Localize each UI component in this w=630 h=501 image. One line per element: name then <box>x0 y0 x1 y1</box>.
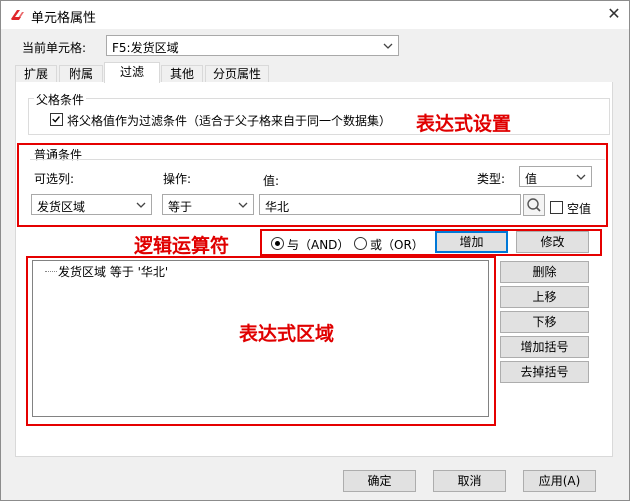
add-condition-button[interactable]: 增加 <box>435 231 508 253</box>
tab-attached[interactable]: 附属 <box>59 65 103 83</box>
current-cell-label: 当前单元格: <box>22 41 87 55</box>
annotation-expression-area: 表达式区域 <box>239 323 335 345</box>
value-input[interactable]: 华北 <box>259 194 521 215</box>
and-radio[interactable] <box>271 237 284 250</box>
radio-selected-dot <box>275 241 280 246</box>
column-label: 可选列: <box>34 172 75 186</box>
app-logo-icon <box>11 10 24 20</box>
type-select[interactable]: 值 <box>519 166 592 187</box>
chevron-down-icon <box>383 43 393 49</box>
tab-filter[interactable]: 过滤 <box>104 62 160 83</box>
and-radio-label: 与（AND） <box>287 238 350 252</box>
value-label: 值: <box>263 174 280 188</box>
tab-expand[interactable]: 扩展 <box>15 65 57 83</box>
type-label: 类型: <box>477 172 506 186</box>
window-title: 单元格属性 <box>31 11 97 26</box>
search-icon <box>527 198 541 212</box>
or-radio[interactable] <box>354 237 367 250</box>
chevron-down-icon <box>136 202 146 208</box>
ok-button[interactable]: 确定 <box>343 470 416 492</box>
operator-label: 操作: <box>163 172 192 186</box>
delete-button[interactable]: 删除 <box>500 261 589 283</box>
move-up-button[interactable]: 上移 <box>500 286 589 308</box>
expression-item[interactable]: 发货区域 等于 '华北' <box>58 263 168 280</box>
parent-filter-checkbox-label: 将父格值作为过滤条件（适合于父子格来自于同一个数据集） <box>67 114 392 128</box>
or-radio-label: 或（OR） <box>370 238 424 252</box>
current-cell-select[interactable]: F5:发货区域 <box>106 35 399 56</box>
checkmark-icon <box>52 116 60 123</box>
empty-value-label: 空值 <box>567 202 592 216</box>
cancel-button[interactable]: 取消 <box>433 470 506 492</box>
modify-condition-button[interactable]: 修改 <box>516 231 589 253</box>
tab-paging[interactable]: 分页属性 <box>205 65 269 83</box>
operator-select[interactable]: 等于 <box>162 194 254 215</box>
parent-filter-checkbox[interactable] <box>50 113 63 126</box>
operator-value: 等于 <box>168 200 193 214</box>
value-input-text: 华北 <box>265 200 290 214</box>
move-down-button[interactable]: 下移 <box>500 311 589 333</box>
column-value: 发货区域 <box>37 200 86 214</box>
cell-properties-dialog: 单元格属性 ✕ 当前单元格: F5:发货区域 扩展 附属 过滤 其他 分页属性 … <box>0 0 630 501</box>
tab-other[interactable]: 其他 <box>161 65 203 83</box>
annotation-expression-setting: 表达式设置 <box>416 113 512 135</box>
normal-condition-label: 普通条件 <box>34 148 83 162</box>
tree-connector <box>45 271 57 272</box>
column-select[interactable]: 发货区域 <box>31 194 152 215</box>
parent-condition-label: 父格条件 <box>34 91 87 108</box>
add-bracket-button[interactable]: 增加括号 <box>500 336 589 358</box>
annotation-logic-operator: 逻辑运算符 <box>134 235 230 257</box>
remove-bracket-button[interactable]: 去掉括号 <box>500 361 589 383</box>
chevron-down-icon <box>576 174 586 180</box>
apply-button[interactable]: 应用(A) <box>523 470 596 492</box>
type-value: 值 <box>525 172 538 186</box>
empty-value-checkbox[interactable] <box>550 201 563 214</box>
close-icon[interactable]: ✕ <box>603 3 625 25</box>
normal-condition-divider <box>30 159 605 160</box>
chevron-down-icon <box>238 202 248 208</box>
value-search-button[interactable] <box>523 194 545 216</box>
current-cell-value: F5:发货区域 <box>112 41 179 55</box>
